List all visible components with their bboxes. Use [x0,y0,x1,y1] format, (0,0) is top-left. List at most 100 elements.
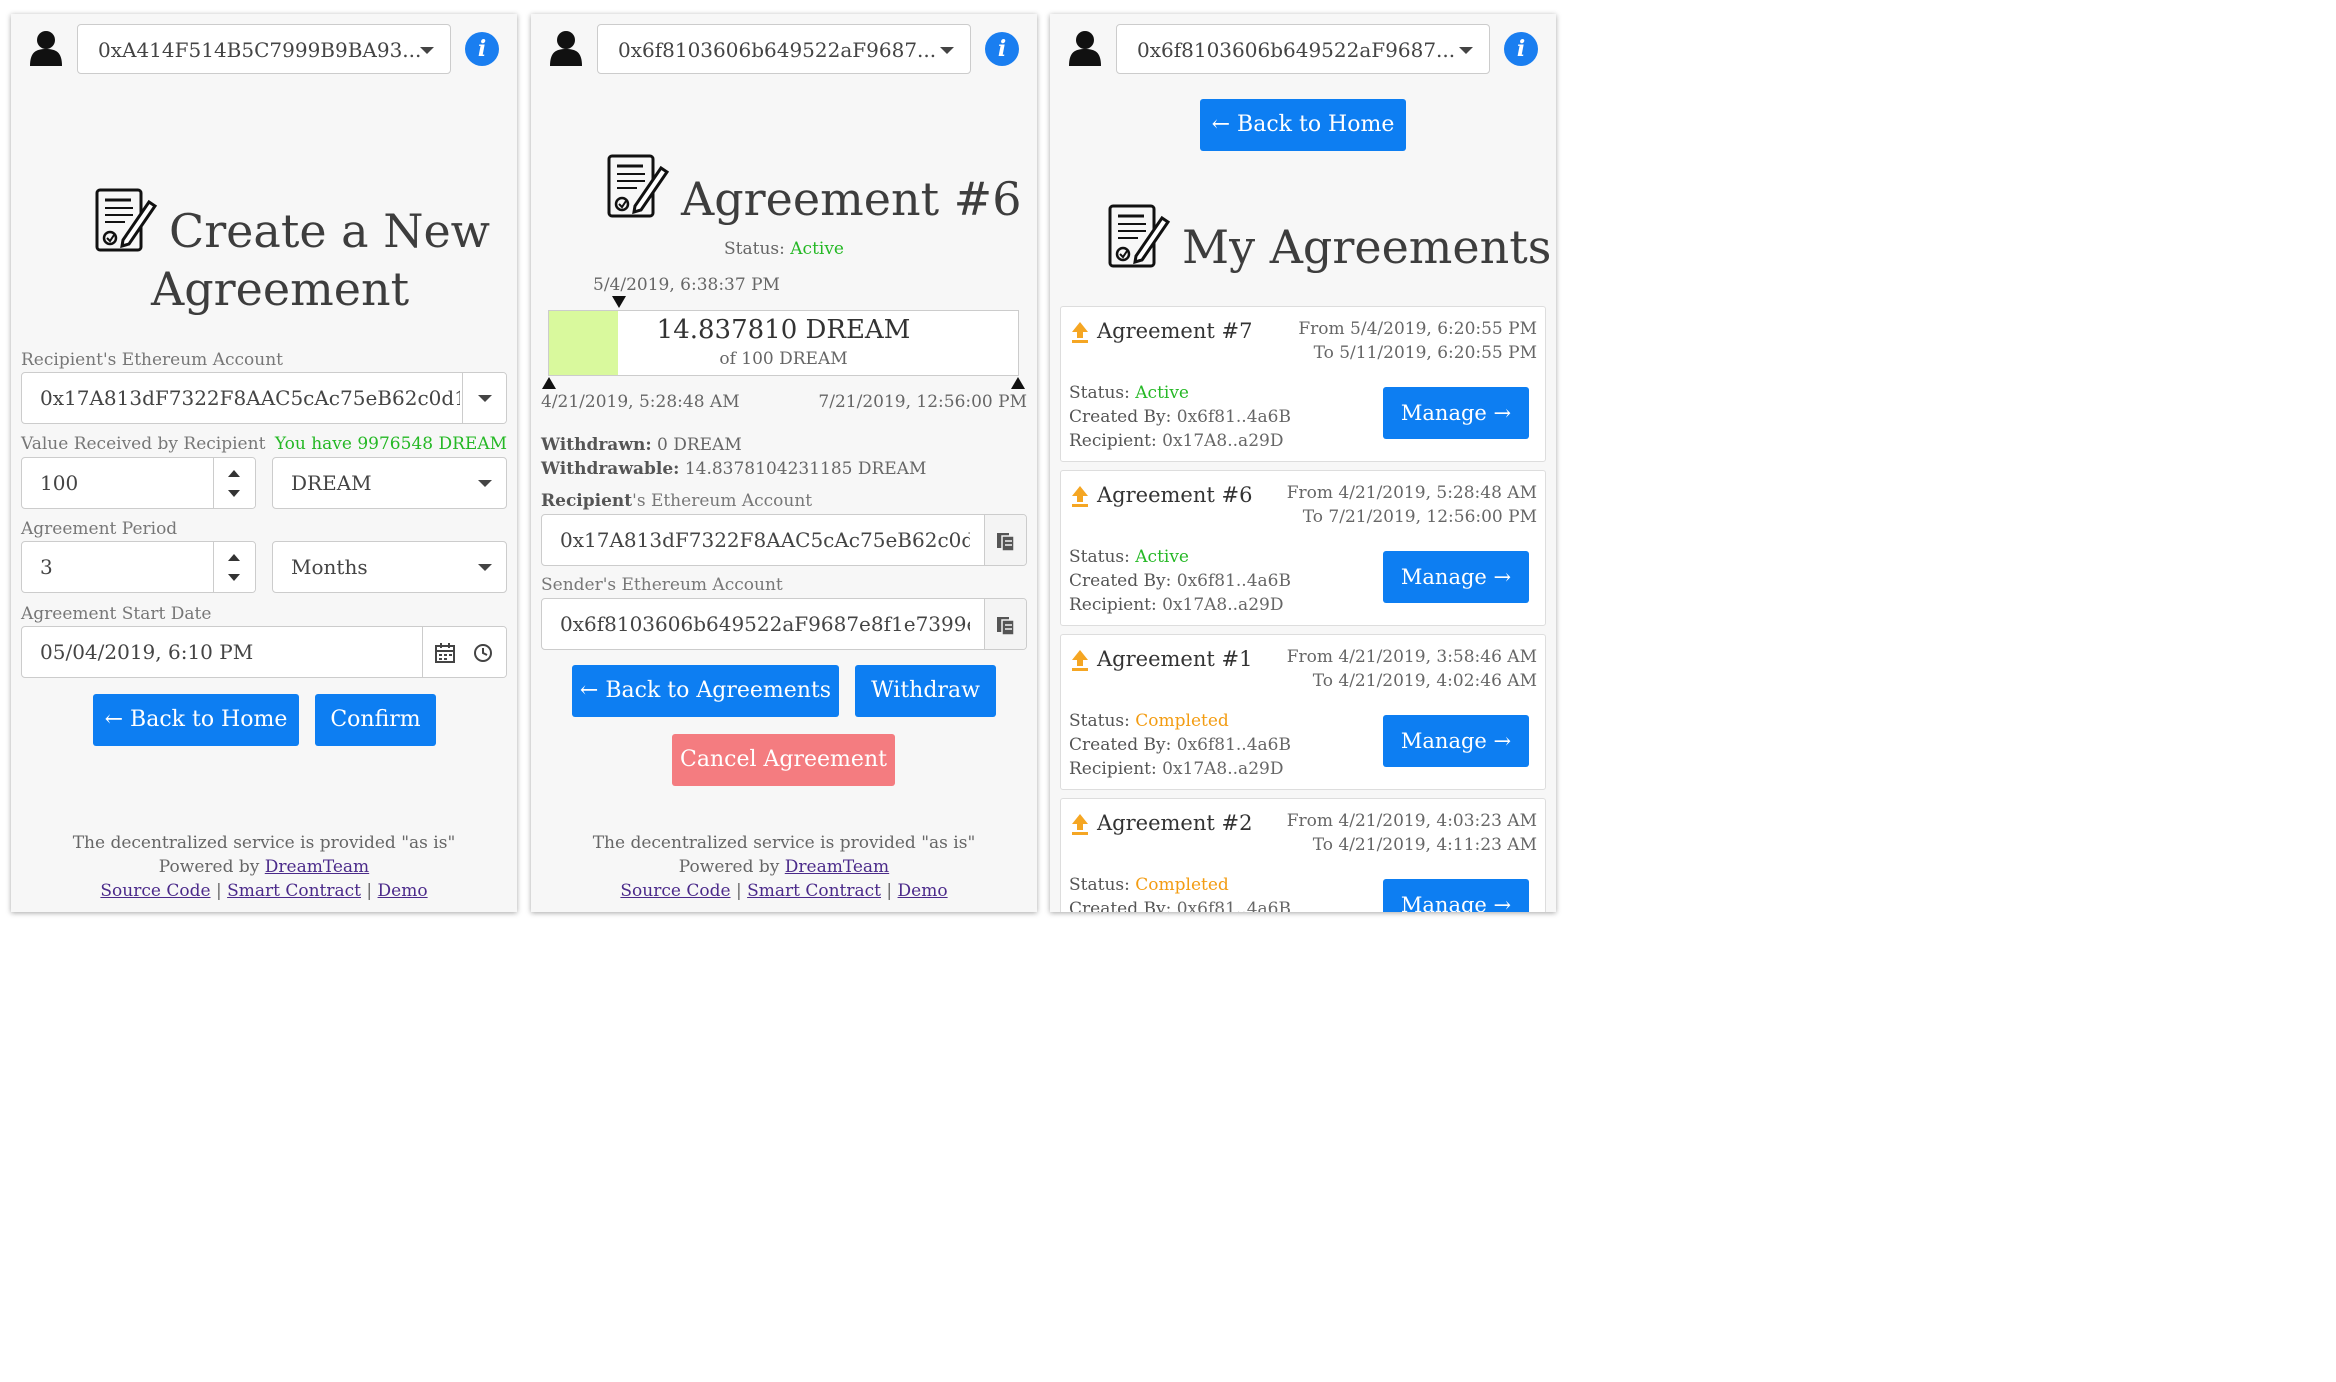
period-input[interactable]: 3 [21,541,256,593]
recipient-label: Recipient: [1069,595,1157,615]
manage-button[interactable]: Manage → [1383,715,1529,767]
date-picker-controls [422,627,506,677]
value-input[interactable]: 100 [21,457,256,509]
dreamteam-link[interactable]: DreamTeam [265,857,369,877]
smart-contract-link[interactable]: Smart Contract [227,881,361,901]
page-title-line1: Create a New [169,204,491,258]
chevron-down-icon [478,564,492,571]
manage-button[interactable]: Manage → [1383,879,1529,912]
sender-label: Sender's Ethereum Account [541,575,783,595]
manage-button[interactable]: Manage → [1383,551,1529,603]
status-badge: Active [1135,383,1189,403]
created-by-value: 0x6f81..4a6B [1176,735,1291,755]
start-date-input[interactable]: 05/04/2019, 6:10 PM [21,626,507,678]
recipient-input[interactable]: 0x17A813dF7322F8AAC5cAc75eB62c0d1 [21,372,507,424]
agreement-title: Agreement #7 [1097,319,1253,343]
manage-button[interactable]: Manage → [1383,387,1529,439]
balance-text: You have 9976548 DREAM [274,434,507,454]
back-to-home-button[interactable]: ← Back to Home [1200,99,1406,151]
created-by-label: Created By: [1069,571,1172,591]
cancel-agreement-button[interactable]: Cancel Agreement [672,734,895,786]
my-agreements-panel: 0x6f8103606b649522aF9687... i ← Back to … [1050,14,1556,912]
footer-separator: | [215,881,222,901]
footer-powered-by: Powered by [678,857,780,877]
currency-select[interactable]: DREAM [272,457,507,509]
arrow-up-icon [1072,486,1088,507]
period-unit-value: Months [291,555,368,579]
back-to-agreements-button[interactable]: ← Back to Agreements [572,665,839,717]
withdrawn-line: Withdrawn: 0 DREAM [541,435,742,455]
agreement-to: To 4/21/2019, 4:02:46 AM [1312,671,1537,691]
copy-icon [997,533,1015,552]
info-icon[interactable]: i [1504,32,1538,66]
user-icon[interactable] [29,30,63,66]
demo-link[interactable]: Demo [378,881,428,901]
decrement-icon[interactable] [228,490,240,497]
created-by-value: 0x6f81..4a6B [1176,899,1291,912]
account-select-value: 0xA414F514B5C7999B9BA93... [98,38,422,62]
agreement-title: Agreement #6 [1097,483,1253,507]
recipient-label: Recipient: [1069,759,1157,779]
account-select-value: 0x6f8103606b649522aF9687... [1137,38,1456,62]
account-select[interactable]: 0x6f8103606b649522aF9687... [1116,24,1490,74]
user-icon[interactable] [1068,30,1102,66]
user-icon[interactable] [549,30,583,66]
start-time-label: 4/21/2019, 5:28:48 AM [541,392,740,412]
agreement-meta: Status: Completed Created By: 0x6f81..4a6… [1069,709,1291,781]
chevron-down-icon [478,395,492,402]
info-icon[interactable]: i [985,32,1019,66]
withdraw-button[interactable]: Withdraw [855,665,996,717]
created-by-label: Created By: [1069,899,1172,912]
source-code-link[interactable]: Source Code [100,881,210,901]
status-line: Status: Active [531,239,1037,259]
sender-field[interactable]: 0x6f8103606b649522aF9687e8f1e7399ef [541,598,1027,650]
period-input-value: 3 [40,555,53,579]
account-select-value: 0x6f8103606b649522aF9687... [618,38,937,62]
source-code-link[interactable]: Source Code [620,881,730,901]
increment-icon[interactable] [228,470,240,477]
info-icon[interactable]: i [465,32,499,66]
chevron-down-icon [1459,47,1473,54]
decrement-icon[interactable] [228,574,240,581]
copy-recipient-button[interactable] [984,515,1026,565]
dreamteam-link[interactable]: DreamTeam [785,857,889,877]
recipient-dropdown-toggle[interactable] [462,373,506,423]
period-stepper[interactable] [213,542,255,592]
account-select[interactable]: 0x6f8103606b649522aF9687... [597,24,971,74]
account-select[interactable]: 0xA414F514B5C7999B9BA93... [77,24,451,74]
withdrawable-value: 14.8378104231185 DREAM [684,459,927,479]
period-unit-select[interactable]: Months [272,541,507,593]
value-input-value: 100 [40,471,79,495]
recipient-field[interactable]: 0x17A813dF7322F8AAC5cAc75eB62c0d1 [541,514,1027,566]
status-label: Status: [1069,383,1130,403]
withdrawable-amount: 14.837810 DREAM [656,315,911,345]
demo-link[interactable]: Demo [898,881,948,901]
chevron-down-icon [940,47,954,54]
recipient-value: 0x17A8..a29D [1162,431,1284,451]
period-label: Agreement Period [21,519,178,539]
agreement-from: From 4/21/2019, 4:03:23 AM [1286,811,1537,831]
clock-icon[interactable] [473,643,493,663]
value-stepper[interactable] [213,458,255,508]
agreement-card: Agreement #1 From 4/21/2019, 3:58:46 AM To… [1060,634,1546,790]
recipient-value: 0x17A8..a29D [1162,759,1284,779]
back-to-home-button[interactable]: ← Back to Home [93,694,299,746]
calendar-icon[interactable] [434,642,456,664]
chevron-down-icon [420,47,434,54]
current-time-label: 5/4/2019, 6:38:37 PM [593,275,780,295]
contract-document-icon [95,188,158,252]
agreement-to: To 7/21/2019, 12:56:00 PM [1302,507,1537,527]
footer-separator: | [735,881,742,901]
confirm-button[interactable]: Confirm [315,694,436,746]
smart-contract-link[interactable]: Smart Contract [747,881,881,901]
arrow-up-icon [1072,650,1088,671]
create-agreement-panel: 0xA414F514B5C7999B9BA93... i Create a Ne… [11,14,517,912]
status-badge: Active [790,239,844,259]
agreement-dates: From 4/21/2019, 5:28:48 AM To 7/21/2019, … [1287,481,1537,529]
start-marker [542,377,556,389]
copy-sender-button[interactable] [984,599,1026,649]
increment-icon[interactable] [228,554,240,561]
contract-document-icon [1108,204,1171,268]
agreement-meta: Status: Active Created By: 0x6f81..4a6B Re… [1069,545,1291,617]
agreement-card: Agreement #2 From 4/21/2019, 4:03:23 AM To… [1060,798,1546,912]
